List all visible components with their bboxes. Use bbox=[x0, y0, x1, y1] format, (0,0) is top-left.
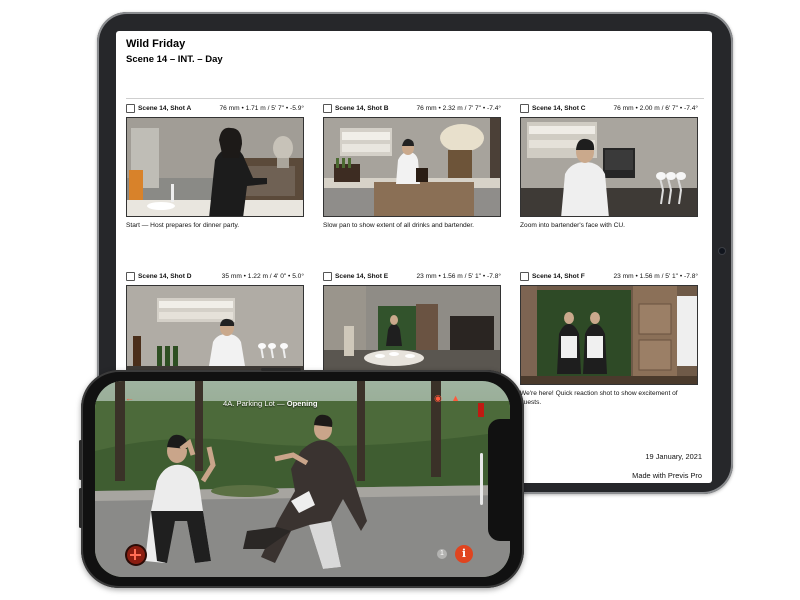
shot-name: Scene 14, Shot F bbox=[532, 273, 585, 280]
recording-indicator bbox=[478, 403, 484, 417]
shot-frame[interactable] bbox=[323, 117, 501, 217]
shot-header: Scene 14, Shot A 76 mm • 1.71 m / 5' 7" … bbox=[126, 103, 304, 115]
phone-device: ← 4A. Parking Lot — Opening ◉ ▲ 1 i bbox=[79, 368, 524, 588]
tablet-camera bbox=[719, 248, 725, 254]
shot-checkbox[interactable] bbox=[323, 104, 332, 113]
shot-header: Scene 14, Shot B 76 mm • 2.32 m / 7' 7" … bbox=[323, 103, 501, 115]
shot-name: Scene 14, Shot A bbox=[138, 105, 192, 112]
shot-caption: Start — Host prepares for dinner party. bbox=[126, 222, 240, 229]
shot-caption: We're here! Quick reaction shot to show … bbox=[520, 390, 678, 406]
scene-heading: Scene 14 – INT. – Day bbox=[126, 54, 223, 65]
eye-icon[interactable]: ◉ bbox=[434, 393, 442, 404]
back-arrow-icon[interactable]: ← bbox=[125, 393, 135, 403]
shot-count-badge: 1 bbox=[437, 549, 447, 559]
zoom-slider[interactable] bbox=[480, 453, 483, 505]
shot-header: Scene 14, Shot F 23 mm • 1.56 m / 5' 1" … bbox=[520, 271, 698, 283]
shot-checkbox[interactable] bbox=[323, 272, 332, 281]
shot-header: Scene 14, Shot C 76 mm • 2.00 m / 6' 7" … bbox=[520, 103, 698, 115]
document-title: Wild Friday bbox=[126, 38, 186, 50]
scene-title: 4A. Parking Lot — Opening bbox=[223, 399, 318, 408]
shot-header: Scene 14, Shot E 23 mm • 1.56 m / 5' 1" … bbox=[323, 271, 501, 283]
shot-card: Scene 14, Shot D 35 mm • 1.22 m / 4' 0" … bbox=[126, 271, 304, 385]
shot-caption: Slow pan to show extent of all drinks an… bbox=[323, 222, 475, 229]
side-button bbox=[261, 368, 301, 371]
shot-name: Scene 14, Shot E bbox=[335, 273, 389, 280]
shot-name: Scene 14, Shot B bbox=[335, 105, 389, 112]
shot-frame[interactable] bbox=[520, 117, 698, 217]
scene-name: Opening bbox=[286, 399, 318, 408]
shot-card: Scene 14, Shot A 76 mm • 1.71 m / 5' 7" … bbox=[126, 103, 304, 229]
shot-name: Scene 14, Shot C bbox=[532, 105, 586, 112]
shot-caption: Zoom into bartender's face with CU. bbox=[520, 222, 625, 229]
shot-lens-info: 23 mm • 1.56 m / 5' 1" • -7.8° bbox=[613, 273, 698, 280]
shot-lens-info: 76 mm • 2.32 m / 7' 7" • -7.4° bbox=[416, 105, 501, 112]
shot-lens-info: 76 mm • 2.00 m / 6' 7" • -7.4° bbox=[613, 105, 698, 112]
volume-button bbox=[79, 488, 82, 528]
stage: Wild Friday Scene 14 – INT. – Day Scene … bbox=[0, 0, 800, 600]
shot-checkbox[interactable] bbox=[126, 272, 135, 281]
shot-checkbox[interactable] bbox=[520, 272, 529, 281]
document-date: 19 January, 2021 bbox=[645, 452, 702, 461]
shot-lens-info: 23 mm • 1.56 m / 5' 1" • -7.8° bbox=[416, 273, 501, 280]
shot-frame[interactable] bbox=[520, 285, 698, 385]
document-footer: Made with Previs Pro bbox=[632, 471, 702, 480]
divider bbox=[126, 98, 704, 99]
parking-lot-scene bbox=[95, 381, 510, 577]
shot-lens-info: 76 mm • 1.71 m / 5' 7" • -5.9° bbox=[219, 105, 304, 112]
shot-frame[interactable] bbox=[126, 117, 304, 217]
shot-card: Scene 14, Shot B 76 mm • 2.32 m / 7' 7" … bbox=[323, 103, 501, 229]
info-icon[interactable]: i bbox=[455, 545, 473, 563]
shot-card: Scene 14, Shot E 23 mm • 1.56 m / 5' 1" … bbox=[323, 271, 501, 385]
scene-prefix: 4A. Parking Lot — bbox=[223, 399, 287, 408]
phone-notch bbox=[488, 419, 510, 541]
shot-card: Scene 14, Shot F 23 mm • 1.56 m / 5' 1" … bbox=[520, 271, 698, 406]
shot-checkbox[interactable] bbox=[126, 104, 135, 113]
shot-name: Scene 14, Shot D bbox=[138, 273, 192, 280]
shot-header: Scene 14, Shot D 35 mm • 1.22 m / 4' 0" … bbox=[126, 271, 304, 283]
shot-card: Scene 14, Shot C 76 mm • 2.00 m / 6' 7" … bbox=[520, 103, 698, 229]
volume-button bbox=[79, 440, 82, 480]
settings-icon[interactable]: ▲ bbox=[451, 393, 460, 403]
camera-view[interactable]: ← 4A. Parking Lot — Opening ◉ ▲ 1 i bbox=[95, 381, 510, 577]
record-add-icon[interactable] bbox=[127, 546, 145, 564]
shot-lens-info: 35 mm • 1.22 m / 4' 0" • 5.0° bbox=[221, 273, 304, 280]
shot-checkbox[interactable] bbox=[520, 104, 529, 113]
